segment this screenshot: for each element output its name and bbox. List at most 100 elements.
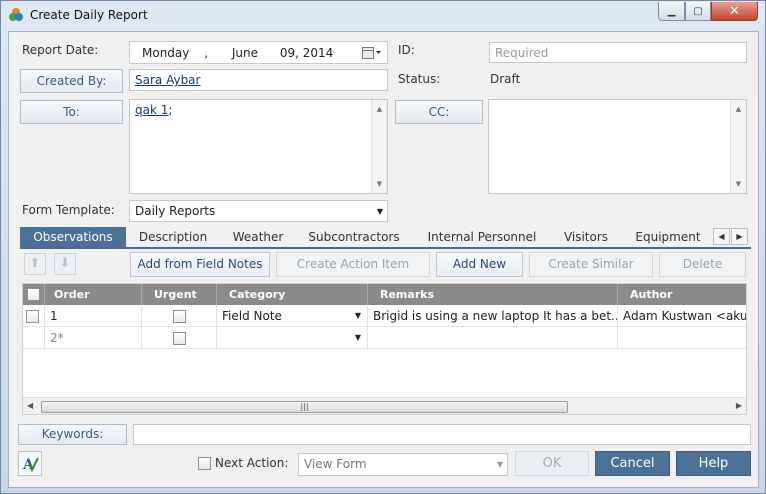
select-all-cell[interactable]: [23, 284, 45, 305]
col-author[interactable]: Author: [618, 284, 746, 305]
chevron-down-icon[interactable]: ▼: [355, 327, 361, 349]
created-by-field[interactable]: Sara Aybar: [129, 69, 388, 91]
row-select-cell[interactable]: [23, 305, 45, 327]
observations-grid: Order Urgent Category Remarks Author 1 F…: [22, 283, 747, 415]
tab-observations[interactable]: Observations: [20, 227, 126, 247]
chevron-down-icon: ▼: [376, 207, 383, 216]
scroll-down-icon[interactable]: ▼: [372, 177, 387, 191]
urgent-cell[interactable]: [142, 305, 217, 327]
scroll-up-icon[interactable]: ▲: [372, 102, 387, 116]
chevron-down-icon[interactable]: ▼: [355, 305, 361, 327]
to-field[interactable]: qak 1; ▲ ▼: [129, 99, 388, 194]
spell-check-button[interactable]: A: [18, 451, 42, 476]
close-icon: ✕: [729, 3, 740, 19]
form-template-label: Form Template:: [22, 203, 115, 217]
create-action-item-button[interactable]: Create Action Item: [276, 252, 430, 277]
status-label: Status:: [398, 72, 441, 86]
add-from-field-notes-button[interactable]: Add from Field Notes: [130, 252, 270, 277]
to-scrollbar[interactable]: ▲ ▼: [371, 100, 387, 193]
select-all-checkbox[interactable]: [27, 288, 40, 301]
report-date-label: Report Date:: [22, 43, 99, 57]
next-action-select[interactable]: View Form ▼: [298, 453, 508, 476]
minimize-button[interactable]: ▁: [658, 2, 685, 21]
category-value: Field Note: [222, 309, 282, 323]
col-remarks[interactable]: Remarks: [368, 284, 618, 305]
create-similar-button[interactable]: Create Similar: [529, 252, 653, 277]
form-template-value: Daily Reports: [135, 204, 216, 218]
scroll-down-icon[interactable]: ▼: [731, 177, 746, 191]
row-select-cell: [23, 327, 45, 349]
ok-button[interactable]: OK: [515, 451, 589, 476]
category-cell[interactable]: ▼: [217, 327, 368, 349]
title-bar[interactable]: Create Daily Report ▁ ▢ ✕: [1, 1, 765, 31]
next-action-label: Next Action:: [215, 456, 289, 470]
tab-scroll-left-icon[interactable]: ◀: [713, 228, 730, 245]
scroll-right-icon[interactable]: ▶: [736, 401, 742, 410]
add-new-button[interactable]: Add New: [436, 252, 523, 277]
move-down-arrow-icon[interactable]: ⬇: [54, 253, 76, 275]
calendar-icon[interactable]: [362, 46, 382, 60]
cancel-button[interactable]: Cancel: [595, 451, 670, 476]
col-order[interactable]: Order: [45, 284, 142, 305]
tab-equipment[interactable]: Equipment: [628, 227, 708, 247]
report-date-picker[interactable]: Monday , June 09, 2014: [129, 41, 388, 64]
created-by-value[interactable]: Sara Aybar: [135, 73, 200, 87]
urgent-checkbox[interactable]: [173, 332, 186, 345]
table-row[interactable]: 1 Field Note ▼ Brigid is using a new lap…: [23, 305, 746, 327]
next-action-checkbox[interactable]: [198, 457, 211, 470]
keywords-input[interactable]: [133, 424, 751, 445]
tab-visitors[interactable]: Visitors: [558, 227, 614, 247]
created-by-button[interactable]: Created By:: [20, 69, 123, 93]
delete-button[interactable]: Delete: [659, 252, 746, 277]
app-logo-icon: [9, 8, 23, 21]
report-date-day: Monday: [142, 46, 190, 60]
cc-scrollbar[interactable]: ▲ ▼: [730, 100, 746, 193]
help-button[interactable]: Help: [676, 451, 751, 476]
urgent-checkbox[interactable]: [173, 310, 186, 323]
scroll-left-icon[interactable]: ◀: [27, 401, 33, 410]
create-daily-report-window: Create Daily Report ▁ ▢ ✕ Report Date: M…: [0, 0, 766, 494]
chevron-down-icon: ▼: [496, 460, 503, 469]
order-cell[interactable]: 2*: [45, 327, 142, 349]
col-category[interactable]: Category: [217, 284, 368, 305]
close-button[interactable]: ✕: [711, 2, 758, 21]
scroll-thumb[interactable]: |||: [41, 401, 568, 413]
id-input[interactable]: Required: [489, 42, 747, 63]
author-cell[interactable]: Adam Kustwan <akust: [618, 305, 746, 327]
tab-bar: Observations Description Weather Subcont…: [20, 227, 751, 249]
spell-check-icon: A: [22, 457, 39, 473]
next-action-value: View Form: [304, 457, 367, 471]
report-date-month: June: [231, 46, 258, 60]
order-cell[interactable]: 1: [45, 305, 142, 327]
maximize-icon: ▢: [693, 5, 703, 17]
dialog-body: Report Date: Monday , June 09, 2014 ID: …: [8, 31, 759, 488]
form-template-select[interactable]: Daily Reports ▼: [129, 200, 388, 222]
urgent-cell[interactable]: [142, 327, 217, 349]
maximize-button[interactable]: ▢: [685, 2, 711, 21]
cc-button[interactable]: CC:: [395, 100, 483, 124]
to-button[interactable]: To:: [20, 100, 123, 124]
tab-weather[interactable]: Weather: [226, 227, 290, 247]
move-up-arrow-icon[interactable]: ⬆: [24, 253, 46, 275]
minimize-icon: ▁: [667, 5, 676, 17]
window-title: Create Daily Report: [30, 8, 148, 22]
author-cell[interactable]: [618, 327, 746, 349]
table-row[interactable]: 2* ▼: [23, 327, 746, 349]
scroll-up-icon[interactable]: ▲: [731, 102, 746, 116]
col-urgent[interactable]: Urgent: [142, 284, 217, 305]
remarks-cell[interactable]: Brigid is using a new laptop It has a be…: [368, 305, 618, 327]
tab-subcontractors[interactable]: Subcontractors: [304, 227, 404, 247]
report-date-rest: 09, 2014: [279, 46, 334, 60]
tab-scroll-right-icon[interactable]: ▶: [731, 228, 748, 245]
status-value: Draft: [490, 72, 521, 86]
row-select-checkbox[interactable]: [26, 310, 39, 323]
to-recipient[interactable]: qak 1: [135, 103, 168, 117]
tab-internal-personnel[interactable]: Internal Personnel: [420, 227, 544, 247]
id-label: ID:: [398, 43, 415, 57]
grid-horizontal-scrollbar[interactable]: ◀ ||| ▶: [23, 397, 746, 414]
remarks-cell[interactable]: [368, 327, 618, 349]
keywords-button[interactable]: Keywords:: [18, 424, 127, 445]
category-cell[interactable]: Field Note ▼: [217, 305, 368, 327]
cc-field[interactable]: ▲ ▼: [488, 99, 747, 194]
tab-description[interactable]: Description: [136, 227, 210, 247]
